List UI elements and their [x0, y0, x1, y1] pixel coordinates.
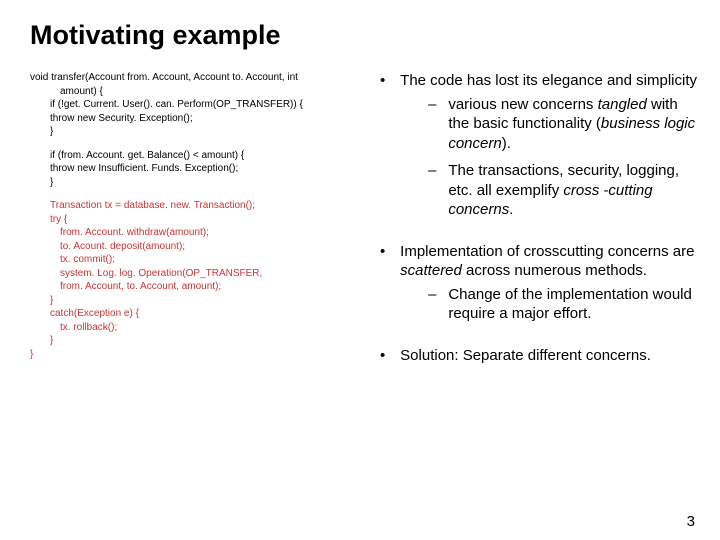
code-line: }	[30, 125, 360, 139]
code-line: if (from. Account. get. Balance() < amou…	[30, 149, 360, 163]
sub-text: various new concerns	[448, 96, 597, 113]
sub-text: .	[509, 201, 513, 218]
sub-text: Change of the implementation would requi…	[448, 285, 696, 324]
bullet-text-italic: scattered	[400, 262, 466, 279]
code-line: try {	[30, 213, 360, 227]
code-line: from. Account, to. Account, amount);	[30, 280, 360, 294]
bullet-text: The code has lost its elegance and simpl…	[400, 72, 697, 89]
sub-text: ).	[502, 135, 511, 152]
bullet-item: • Solution: Separate different concerns.	[380, 346, 700, 366]
sub-bullet-item: – Change of the implementation would req…	[428, 285, 698, 324]
slide-title: Motivating example	[0, 0, 720, 51]
code-line: }	[30, 176, 360, 190]
code-line: throw new Insufficient. Funds. Exception…	[30, 162, 360, 176]
code-line: to. Acount. deposit(amount);	[30, 240, 360, 254]
code-line: from. Account. withdraw(amount);	[30, 226, 360, 240]
bullet-column: • The code has lost its elegance and sim…	[380, 71, 700, 379]
bullet-text: Solution: Separate different concerns.	[400, 346, 698, 366]
code-line: }	[30, 348, 360, 362]
code-line: Transaction tx = database. new. Transact…	[30, 199, 360, 213]
page-number: 3	[687, 513, 695, 530]
code-line: void transfer(Account from. Account, Acc…	[30, 71, 360, 85]
sub-bullet-item: – The transactions, security, logging, e…	[428, 161, 698, 220]
code-column: void transfer(Account from. Account, Acc…	[30, 71, 360, 379]
code-line: throw new Security. Exception();	[30, 112, 360, 126]
content-area: void transfer(Account from. Account, Acc…	[0, 51, 720, 379]
code-line: tx. commit();	[30, 253, 360, 267]
code-line: system. Log. log. Operation(OP_TRANSFER,	[30, 267, 360, 281]
bullet-text: across numerous methods.	[466, 262, 647, 279]
sub-text-italic: tangled	[598, 96, 651, 113]
bullet-text: Implementation of crosscutting concerns …	[400, 243, 694, 260]
code-line: catch(Exception e) {	[30, 307, 360, 321]
sub-bullet-item: – various new concerns tangled with the …	[428, 95, 698, 154]
code-line: if (!get. Current. User(). can. Perform(…	[30, 98, 360, 112]
bullet-item: • The code has lost its elegance and sim…	[380, 71, 700, 228]
code-line: tx. rollback();	[30, 321, 360, 335]
code-line: amount) {	[30, 85, 360, 99]
bullet-item: • Implementation of crosscutting concern…	[380, 242, 700, 332]
code-line: }	[30, 334, 360, 348]
code-line: }	[30, 294, 360, 308]
